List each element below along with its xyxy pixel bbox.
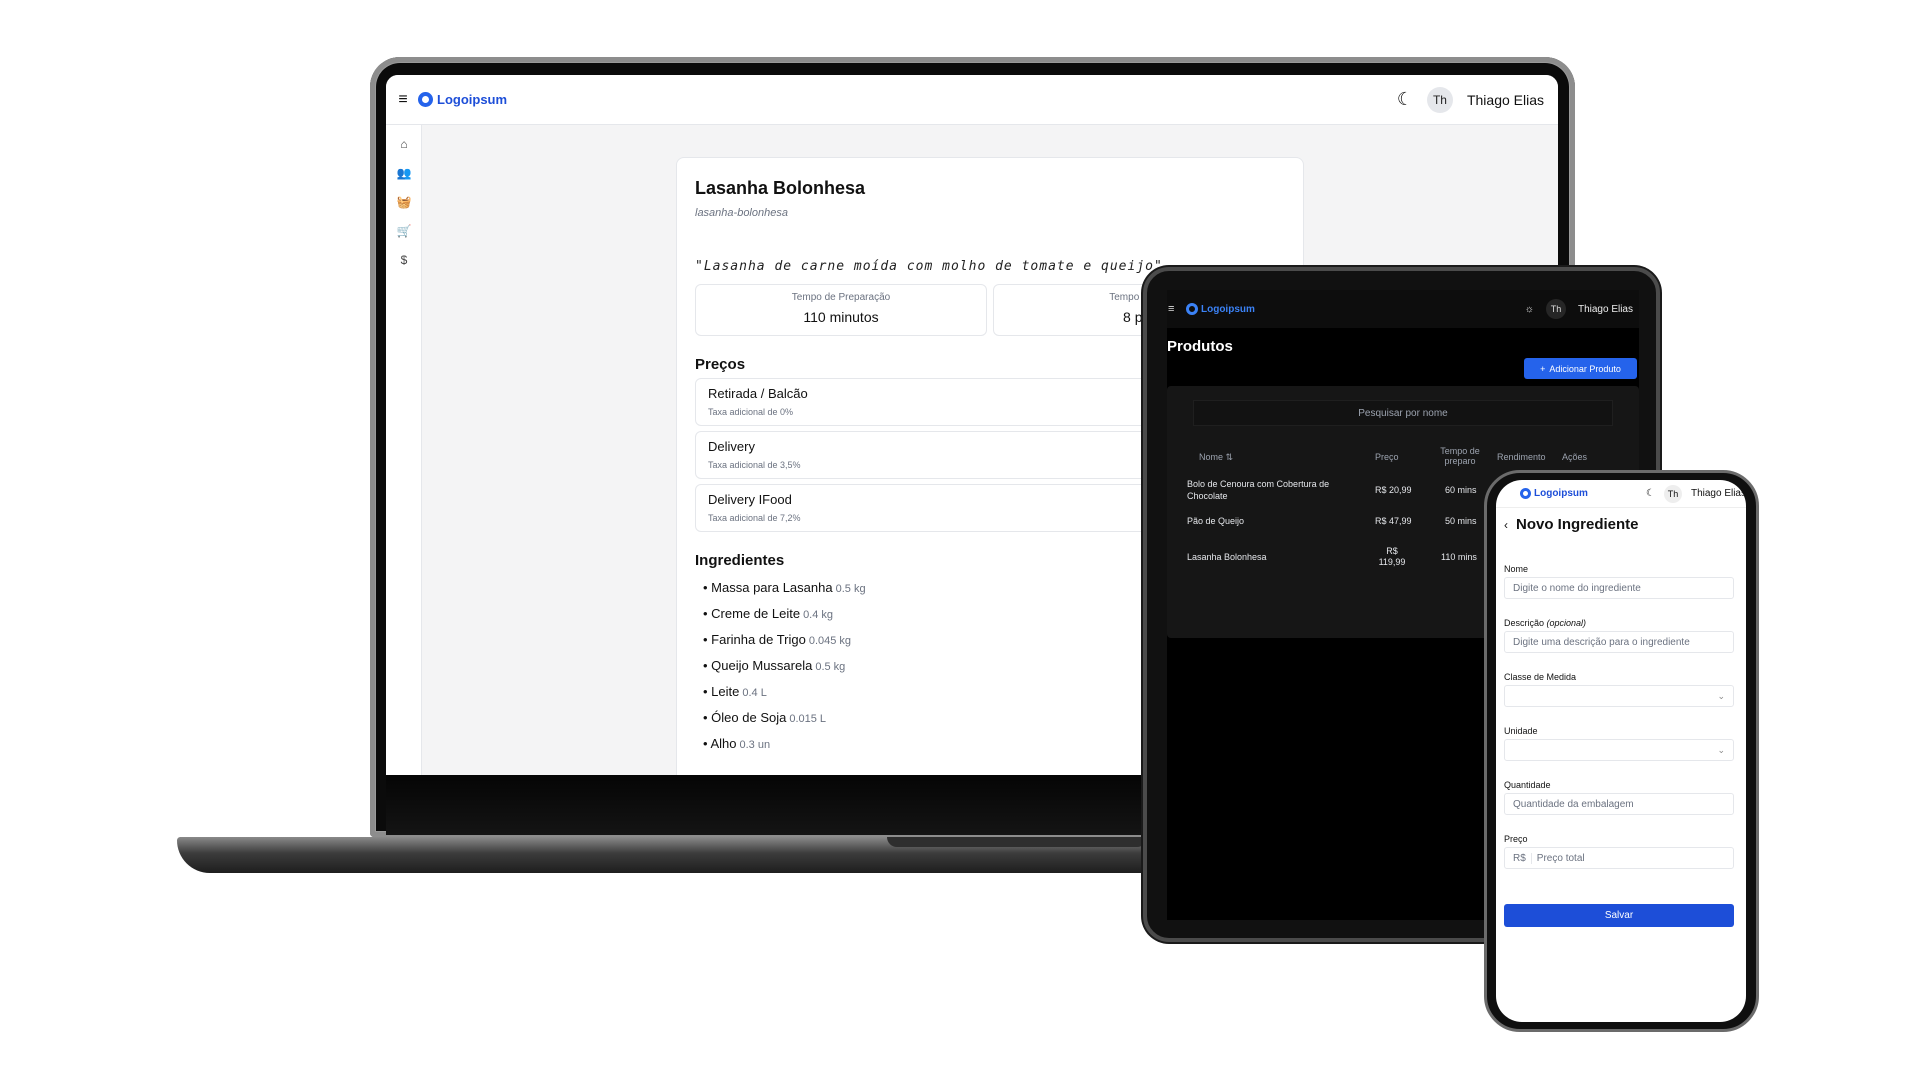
device-mockup-stage: ≡ Logoipsum ☾ Th Thiago Elias ⌂ 👥 🧺 🛒 $ … — [0, 0, 1920, 1080]
column-header-name[interactable]: Nome ⇅ — [1199, 452, 1233, 463]
table-cell-name: Pão de Queijo — [1187, 516, 1245, 526]
stat-value: 110 minutos — [803, 309, 879, 325]
dollar-icon[interactable]: $ — [386, 245, 422, 274]
logo-text: Logoipsum — [1534, 488, 1588, 499]
table-cell-price: R$ 119,99 — [1378, 546, 1406, 567]
phone-topbar: Logoipsum ☾ Th Thiago Elias — [1496, 480, 1746, 508]
stat-prep-time: Tempo de Preparação 110 minutos — [695, 284, 987, 336]
ingredient-qty: 0.4 kg — [803, 609, 834, 621]
page-title: Novo Ingrediente — [1516, 516, 1639, 533]
avatar[interactable]: Th — [1426, 86, 1453, 113]
measure-class-select[interactable]: ⌄ — [1504, 685, 1734, 707]
table-cell-time: 50 mins — [1445, 516, 1477, 526]
logo[interactable]: Logoipsum — [1186, 303, 1255, 315]
ingredient-qty: 0.5 kg — [835, 583, 866, 595]
description-label: Descrição (opcional) — [1504, 618, 1586, 628]
ingredient-qty: 0.3 un — [739, 739, 771, 751]
plus-icon: + — [1540, 363, 1546, 374]
price-label: Preço — [1504, 834, 1528, 844]
measure-class-label: Classe de Medida — [1504, 672, 1577, 682]
avatar[interactable]: Th — [1545, 299, 1566, 319]
ingredient-qty: 0.4 L — [742, 687, 767, 699]
quantity-label: Quantidade — [1504, 780, 1551, 790]
form-header: ‹ Novo Ingrediente — [1504, 516, 1639, 533]
sidebar: ⌂ 👥 🧺 🛒 $ — [386, 125, 422, 775]
name-field[interactable]: Digite o nome do ingrediente — [1504, 577, 1734, 599]
table-cell-name: Bolo de Cenoura com Cobertura de Chocola… — [1187, 479, 1330, 501]
ingredient-qty: 0.5 kg — [815, 661, 846, 673]
search-input[interactable]: Pesquisar por nome — [1193, 400, 1613, 426]
logo[interactable]: Logoipsum — [1520, 488, 1588, 499]
moon-icon[interactable]: ☾ — [1646, 488, 1655, 499]
unit-select[interactable]: ⌄ — [1504, 739, 1734, 761]
logo[interactable]: Logoipsum — [418, 92, 507, 107]
user-name[interactable]: Thiago Elias — [1691, 488, 1746, 499]
description-field[interactable]: Digite uma descrição para o ingrediente — [1504, 631, 1734, 653]
stat-label: Tempo de Preparação — [791, 292, 891, 303]
logo-icon — [418, 92, 433, 107]
add-product-label: Adicionar Produto — [1549, 363, 1621, 374]
ingredient-name: Óleo de Soja — [711, 710, 787, 725]
quantity-field[interactable]: Quantidade da embalagem — [1504, 793, 1734, 815]
description-label-text: Descrição — [1504, 618, 1545, 628]
price-field[interactable]: R$ Preço total — [1504, 847, 1734, 869]
user-name[interactable]: Thiago Elias — [1467, 92, 1544, 108]
price-placeholder: Preço total — [1536, 852, 1585, 864]
ingredient-name: Leite — [711, 684, 740, 699]
logo-text: Logoipsum — [437, 92, 508, 107]
recipe-title: Lasanha Bolonhesa — [695, 178, 866, 198]
menu-icon[interactable]: ≡ — [388, 91, 418, 109]
users-icon[interactable]: 👥 — [386, 158, 422, 187]
ingredient-name: Farinha de Trigo — [711, 632, 806, 647]
ingredient-qty: 0.045 kg — [808, 635, 852, 647]
column-header-prep-time[interactable]: Tempo de preparo — [1437, 446, 1483, 466]
menu-icon[interactable]: ≡ — [1168, 303, 1180, 315]
name-label: Nome — [1504, 564, 1529, 574]
page-title: Produtos — [1167, 338, 1233, 355]
recipe-slug: lasanha-bolonhesa — [695, 207, 788, 219]
chevron-down-icon: ⌄ — [1717, 744, 1725, 755]
ingredient-name: Alho — [710, 736, 737, 751]
sun-icon[interactable]: ☼ — [1525, 304, 1534, 315]
column-header-yield[interactable]: Rendimento — [1497, 452, 1546, 462]
user-name[interactable]: Thiago Elias — [1578, 304, 1633, 315]
laptop-topbar: ≡ Logoipsum ☾ Th Thiago Elias — [386, 75, 1558, 125]
ingredient-name: Queijo Mussarela — [711, 658, 813, 673]
optional-hint: (opcional) — [1546, 618, 1587, 628]
unit-label: Unidade — [1504, 726, 1538, 736]
home-icon[interactable]: ⌂ — [386, 129, 422, 158]
table-cell-name: Lasanha Bolonhesa — [1187, 552, 1267, 562]
chevron-down-icon: ⌄ — [1717, 690, 1725, 701]
back-icon[interactable]: ‹ — [1504, 518, 1508, 532]
basket-icon[interactable]: 🧺 — [386, 187, 422, 216]
column-label: Nome — [1199, 452, 1224, 462]
currency-prefix: R$ — [1513, 852, 1532, 864]
save-button[interactable]: Salvar — [1504, 904, 1734, 927]
phone-screen: Logoipsum ☾ Th Thiago Elias ‹ Novo Ingre… — [1496, 480, 1746, 1022]
ingredient-qty: 0.015 L — [789, 713, 827, 725]
add-product-button[interactable]: + Adicionar Produto — [1524, 358, 1637, 379]
logo-text: Logoipsum — [1201, 303, 1255, 315]
logo-icon — [1186, 303, 1198, 315]
column-header-actions: Ações — [1562, 452, 1588, 462]
cart-icon[interactable]: 🛒 — [386, 216, 422, 245]
moon-icon[interactable]: ☾ — [1397, 89, 1413, 110]
ingredient-name: Creme de Leite — [711, 606, 801, 621]
table-cell-price: R$ 20,99 — [1375, 485, 1412, 495]
logo-icon — [1520, 488, 1531, 499]
sort-icon[interactable]: ⇅ — [1226, 452, 1234, 462]
table-cell-price: R$ 47,99 — [1375, 516, 1412, 526]
ingredient-name: Massa para Lasanha — [711, 580, 833, 595]
avatar[interactable]: Th — [1663, 484, 1682, 503]
column-header-price[interactable]: Preço — [1375, 452, 1399, 462]
tablet-topbar: ≡ Logoipsum ☼ Th Thiago Elias — [1167, 290, 1639, 328]
table-cell-time: 110 mins — [1441, 552, 1477, 562]
table-cell-time: 60 mins — [1445, 485, 1477, 495]
